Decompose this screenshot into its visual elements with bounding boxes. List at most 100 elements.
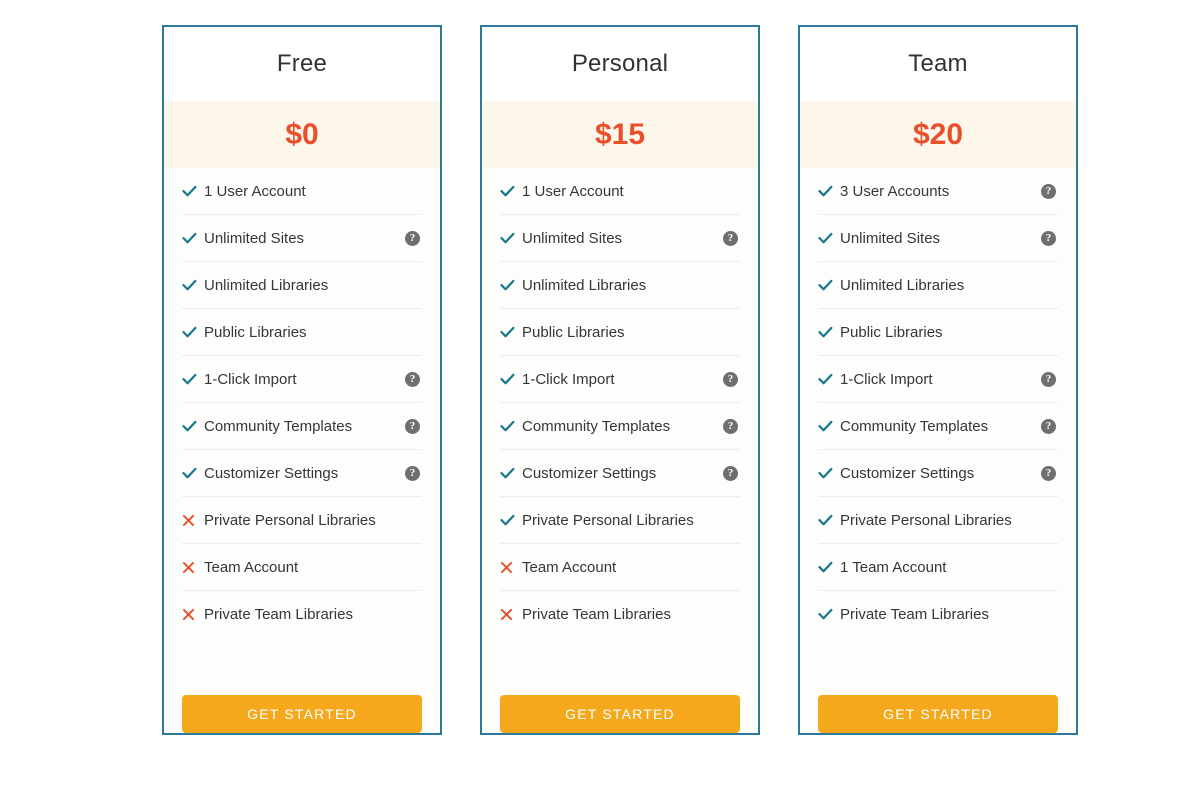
cta-container: GET STARTED [482,673,758,733]
feature-label: Private Team Libraries [840,606,989,623]
feature-label: Team Account [204,558,299,576]
check-icon [500,513,522,528]
plan-name: Free [164,27,440,101]
help-icon[interactable]: ? [1041,465,1056,481]
check-icon [500,325,522,340]
feature-row: Private Personal Libraries? [182,497,422,544]
feature-row: 1 Team Account? [818,544,1058,591]
feature-label: Unlimited Libraries [204,276,329,294]
feature-row: Public Libraries? [182,309,422,356]
plan-card-personal: Personal$151 User Account?Unlimited Site… [480,25,760,735]
help-icon[interactable]: ? [1041,371,1056,387]
feature-row: Private Personal Libraries? [818,497,1058,544]
plan-card-free: Free$01 User Account?Unlimited Sites?Unl… [162,25,442,735]
plan-name: Team [800,27,1076,101]
feature-label: Private Personal Libraries [522,511,694,529]
feature-row: Private Personal Libraries? [500,497,740,544]
check-icon [818,372,840,387]
help-icon[interactable]: ? [723,418,738,434]
check-icon [500,372,522,387]
feature-label: Public Libraries [204,323,307,341]
feature-label: Community Templates [522,417,671,435]
feature-row: Unlimited Libraries? [182,262,422,309]
feature-label: Customizer Settings [204,464,339,482]
check-icon [182,419,204,434]
help-icon[interactable]: ? [723,230,738,246]
feature-row: Private Team Libraries? [500,591,740,638]
help-icon[interactable]: ? [405,465,420,481]
get-started-button[interactable]: GET STARTED [182,695,422,733]
feature-label: 1 User Account [204,182,306,200]
feature-row: Unlimited Libraries? [500,262,740,309]
feature-row: Unlimited Sites? [818,215,1058,262]
plan-name: Personal [482,27,758,101]
plan-card-team: Team $20 3 User Accounts? Unlimited Sites? U… [798,25,1078,735]
help-icon[interactable]: ? [1041,230,1056,246]
feature-label: Unlimited Sites [204,229,305,247]
feature-row: 1-Click Import? [500,356,740,403]
feature-label: 1 User Account [522,182,624,200]
feature-row: Unlimited Sites? [182,215,422,262]
feature-label: Private Personal Libraries [840,511,1012,529]
check-icon [818,607,840,622]
check-icon [818,560,840,575]
help-icon[interactable]: ? [1041,183,1056,199]
feature-row: Customizer Settings? [818,450,1058,497]
help-icon[interactable]: ? [405,371,420,387]
feature-row: Customizer Settings? [500,450,740,497]
feature-label: 3 User Accounts [840,182,950,200]
feature-label: Team Account [522,558,617,576]
check-icon [182,372,204,387]
help-icon[interactable]: ? [723,371,738,387]
feature-label: Unlimited Sites [522,229,623,247]
feature-row: 3 User Accounts? [818,168,1058,215]
feature-row: Community Templates? [500,403,740,450]
feature-label: Public Libraries [840,323,943,341]
help-icon[interactable]: ? [723,465,738,481]
check-icon [500,466,522,481]
plan-price: $0 [164,101,440,168]
help-icon[interactable]: ? [405,418,420,434]
feature-list: 1 User Account?Unlimited Sites?Unlimited… [164,168,440,673]
help-icon[interactable]: ? [1041,418,1056,434]
check-icon [818,419,840,434]
get-started-button[interactable]: GET STARTED [500,695,740,733]
check-icon [818,278,840,293]
feature-row: Public Libraries? [500,309,740,356]
check-icon [182,184,204,199]
check-icon [182,231,204,246]
feature-row: Community Templates? [182,403,422,450]
plan-price: $15 [482,101,758,168]
feature-label: Public Libraries [522,323,625,341]
feature-row: Team Account? [500,544,740,591]
feature-label: Community Templates [204,417,353,435]
check-icon [818,325,840,340]
get-started-button[interactable]: GET STARTED [818,695,1058,733]
cross-icon [182,561,204,574]
check-icon [182,325,204,340]
check-icon [500,419,522,434]
feature-row: 1-Click Import? [818,356,1058,403]
feature-label: Unlimited Sites [840,229,941,247]
pricing-table: Free$01 User Account?Unlimited Sites?Unl… [0,0,1200,786]
feature-label: Unlimited Libraries [840,276,965,294]
feature-row: Public Libraries? [818,309,1058,356]
feature-row: Unlimited Sites? [500,215,740,262]
feature-label: Private Team Libraries [204,606,353,623]
check-icon [818,466,840,481]
feature-label: Private Personal Libraries [204,511,376,529]
feature-label: Customizer Settings [840,464,975,482]
feature-row: 1-Click Import? [182,356,422,403]
feature-row: Private Team Libraries? [818,591,1058,638]
help-icon[interactable]: ? [405,230,420,246]
cross-icon [500,608,522,621]
feature-list: 1 User Account?Unlimited Sites?Unlimited… [482,168,758,673]
check-icon [818,513,840,528]
feature-row: Private Team Libraries? [182,591,422,638]
feature-label: Community Templates [840,417,989,435]
feature-list: 3 User Accounts? Unlimited Sites? Unlimite… [800,168,1076,673]
check-icon [182,278,204,293]
check-icon [500,278,522,293]
feature-label: 1-Click Import [204,370,297,388]
cta-container: GET STARTED [800,673,1076,733]
